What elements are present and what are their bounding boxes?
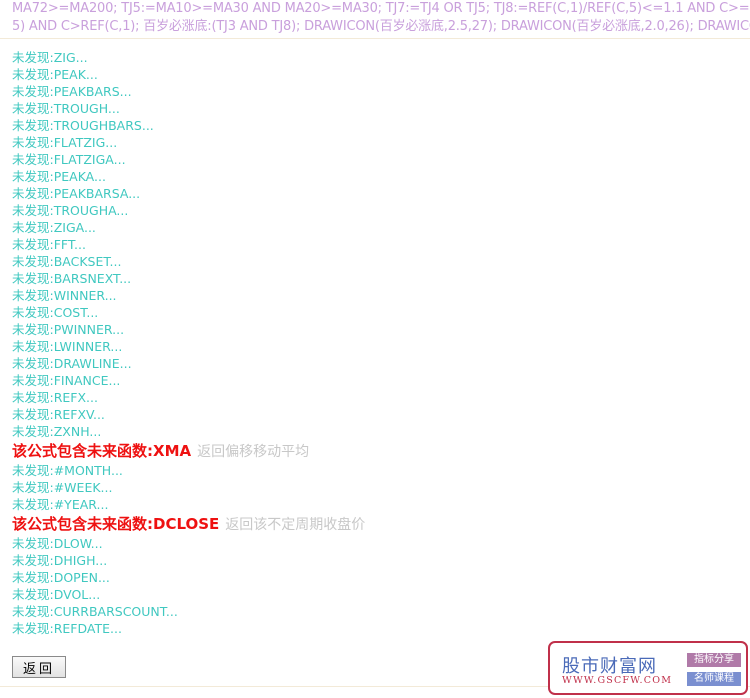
not-found-item: 未发现:PEAKBARS... (12, 84, 132, 99)
not-found-item: 未发现:FLATZIGA... (12, 152, 126, 167)
warning-description: 返回偏移移动平均 (197, 444, 310, 460)
not-found-item: 未发现:FINANCE... (12, 373, 121, 388)
future-function-warning: 该公式包含未来函数:XMA 返回偏移移动平均 (12, 440, 732, 462)
not-found-item: 未发现:REFX... (12, 390, 98, 405)
not-found-item: 未发现:REFXV... (12, 407, 105, 422)
warning-description: 返回该不定周期收盘价 (225, 517, 366, 533)
not-found-item: 未发现:DVOL... (12, 587, 101, 602)
warning-text: 该公式包含未来函数:XMA (12, 442, 192, 460)
not-found-item: 未发现:ZIG... (12, 50, 88, 65)
not-found-item: 未发现:FFT... (12, 237, 86, 252)
not-found-item: 未发现:CURRBARSCOUNT... (12, 604, 178, 619)
not-found-item: 未发现:BARSNEXT... (12, 271, 132, 286)
not-found-item: 未发现:COST... (12, 305, 99, 320)
not-found-item: 未发现:#MONTH... (12, 463, 123, 478)
site-watermark: 股市财富网 WWW.GSCFW.COM 指标分享 名师课程 (548, 641, 748, 695)
not-found-item: 未发现:FLATZIG... (12, 135, 118, 150)
not-found-item: 未发现:PWINNER... (12, 322, 125, 337)
not-found-item: 未发现:PEAKA... (12, 169, 106, 184)
not-found-item: 未发现:DOPEN... (12, 570, 110, 585)
not-found-item: 未发现:LWINNER... (12, 339, 123, 354)
not-found-item: 未发现:PEAKBARSA... (12, 186, 141, 201)
not-found-item: 未发现:#YEAR... (12, 497, 109, 512)
not-found-item: 未发现:ZIGA... (12, 220, 96, 235)
not-found-item: 未发现:BACKSET... (12, 254, 122, 269)
back-button[interactable]: 返回 (12, 656, 66, 678)
results-list: 未发现:ZIG... 未发现:PEAK... 未发现:PEAKBARS... 未发现:… (12, 49, 732, 637)
warning-text: 该公式包含未来函数:DCLOSE (12, 515, 220, 533)
top-divider (0, 38, 750, 39)
watermark-tag-share: 指标分享 (687, 653, 741, 667)
not-found-item: 未发现:WINNER... (12, 288, 117, 303)
formula-line-2: 5) AND C>REF(C,1); 百岁必涨底:(TJ3 AND TJ8); … (12, 19, 750, 34)
not-found-item: 未发现:TROUGHBARS... (12, 118, 154, 133)
not-found-item: 未发现:PEAK... (12, 67, 98, 82)
formula-line-1: MA72>=MA200; TJ5:=MA10>=MA30 AND MA20>=M… (12, 1, 750, 16)
future-function-warning: 该公式包含未来函数:DCLOSE 返回该不定周期收盘价 (12, 513, 732, 535)
formula-text: MA72>=MA200; TJ5:=MA10>=MA30 AND MA20>=M… (12, 0, 750, 36)
not-found-item: 未发现:#WEEK... (12, 480, 113, 495)
not-found-item: 未发现:TROUGHA... (12, 203, 129, 218)
not-found-item: 未发现:TROUGH... (12, 101, 120, 116)
watermark-tag-course: 名师课程 (687, 672, 741, 686)
not-found-item: 未发现:DRAWLINE... (12, 356, 132, 371)
not-found-item: 未发现:DLOW... (12, 536, 103, 551)
not-found-item: 未发现:DHIGH... (12, 553, 108, 568)
not-found-item: 未发现:ZXNH... (12, 424, 102, 439)
not-found-item: 未发现:REFDATE... (12, 621, 122, 636)
watermark-url: WWW.GSCFW.COM (562, 675, 673, 686)
